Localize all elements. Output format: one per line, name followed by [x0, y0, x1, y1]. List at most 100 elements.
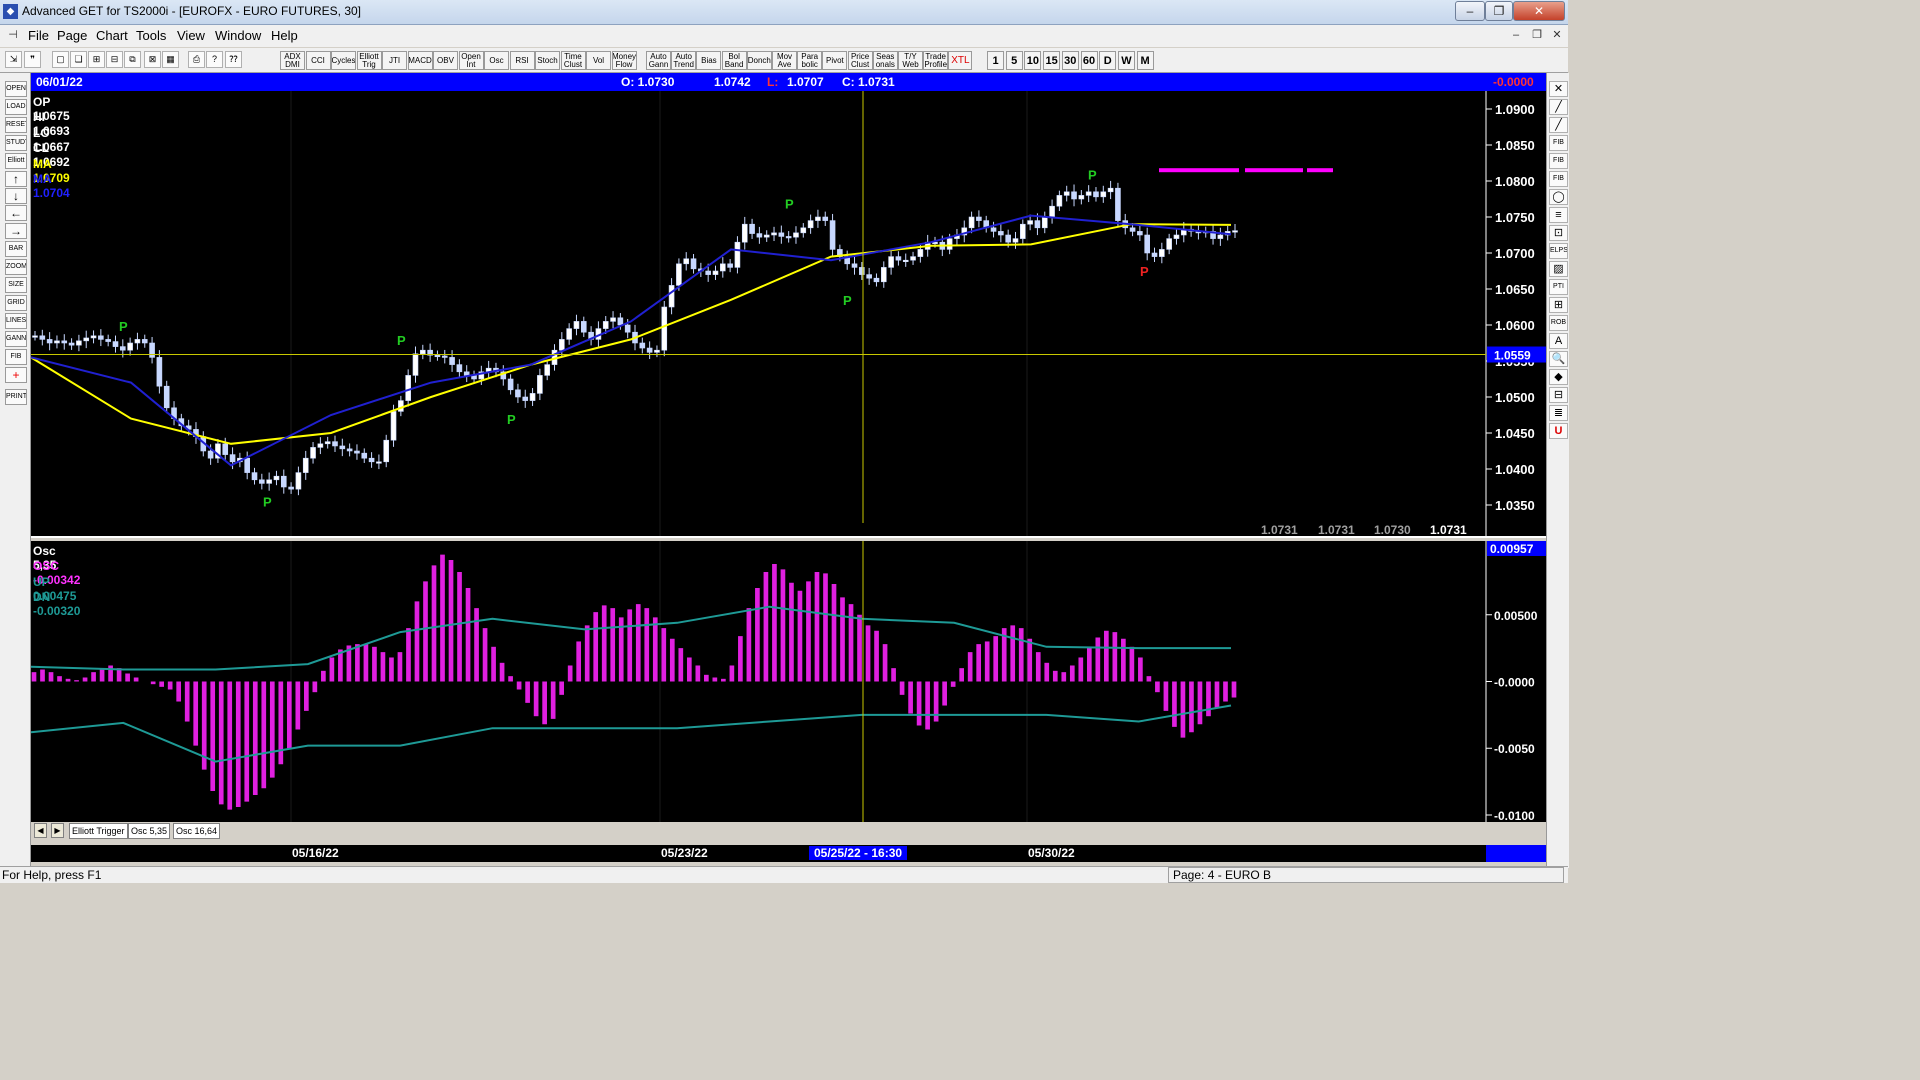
study-elliott-trig-button[interactable]: Elliott Trig — [356, 51, 382, 70]
left-tool-item-button[interactable]: → — [5, 223, 27, 239]
left-tool-item-button[interactable]: + — [5, 367, 27, 383]
tool-auto-gann-button[interactable]: Auto Gann — [646, 51, 671, 70]
right-tool-17-button[interactable]: ⊟ — [1549, 387, 1568, 403]
interval-w-button[interactable]: W — [1117, 51, 1135, 70]
interval-m-button[interactable]: M — [1136, 51, 1154, 70]
copy-page-icon[interactable]: ❏ — [70, 51, 87, 68]
study-obv-button[interactable]: OBV — [433, 51, 458, 70]
minimize-button[interactable]: – — [1455, 1, 1485, 21]
study-rsi-button[interactable]: RSI — [509, 51, 535, 70]
menu-tools[interactable]: Tools — [136, 28, 166, 43]
right-tool-16-button[interactable]: ◆ — [1549, 369, 1568, 385]
study-macd-button[interactable]: MACD — [407, 51, 433, 70]
interval-10-button[interactable]: 10 — [1024, 51, 1042, 70]
tool-seas-onals-button[interactable]: Seas onals — [872, 51, 898, 70]
right-tool-9-button[interactable]: ELPS — [1549, 243, 1568, 259]
study-osc-button[interactable]: Osc — [484, 51, 509, 70]
study-cci-button[interactable]: CCI — [305, 51, 331, 70]
right-tool-7-button[interactable]: ≡ — [1549, 207, 1568, 223]
left-tool-size-button[interactable]: SIZE — [5, 277, 27, 293]
menu-view[interactable]: View — [177, 28, 205, 43]
interval-30-button[interactable]: 30 — [1061, 51, 1079, 70]
study-cycles-button[interactable]: Cycles — [331, 51, 356, 70]
chart-grid-icon[interactable]: ▦ — [162, 51, 179, 68]
tab-elliott-trigger[interactable]: Elliott Trigger — [69, 823, 128, 839]
menu-page[interactable]: Page — [57, 28, 87, 43]
right-tool-13-button[interactable]: ROB — [1549, 315, 1568, 331]
interval-60-button[interactable]: 60 — [1080, 51, 1098, 70]
price-chart[interactable]: P P P P P P P P 1.0900 1.0850 1.0800 1.0750 1.0700 1… — [31, 91, 1546, 538]
interval-1-button[interactable]: 1 — [987, 51, 1004, 70]
right-tool-19-button[interactable]: U — [1549, 423, 1568, 439]
left-tool-gann-button[interactable]: GANN — [5, 331, 27, 347]
left-tool-zoom-button[interactable]: ZOOM — [5, 259, 27, 275]
tool-trade-profile-button[interactable]: Trade Profile — [923, 51, 949, 70]
right-tool-6-button[interactable]: ◯ — [1549, 189, 1568, 205]
menu-help[interactable]: Help — [271, 28, 298, 43]
study-open-int-button[interactable]: Open Int — [458, 51, 484, 70]
left-tool-lines-button[interactable]: LINES — [5, 313, 27, 329]
tool-pivot-button[interactable]: Pivot — [822, 51, 848, 70]
chart-layout-icon[interactable]: ⧉ — [124, 51, 141, 68]
left-tool-load-button[interactable]: LOAD — [5, 99, 27, 115]
right-tool-0-button[interactable]: ✕ — [1549, 81, 1568, 97]
document-icon[interactable]: ⊣ — [5, 27, 21, 43]
left-tool-fib-button[interactable]: FIB — [5, 349, 27, 365]
interval-5-button[interactable]: 5 — [1005, 51, 1023, 70]
tool-xtl-button[interactable]: XTL — [948, 51, 973, 70]
mdi-close-icon[interactable]: ✕ — [1549, 27, 1565, 43]
study-jti-button[interactable]: JTI — [382, 51, 407, 70]
tool-mov-ave-button[interactable]: Mov Ave — [772, 51, 797, 70]
tool-bol-band-button[interactable]: Bol Band — [721, 51, 747, 70]
tab-osc-5-35[interactable]: Osc 5,35 — [128, 823, 171, 839]
left-tool-grid-button[interactable]: GRID — [5, 295, 27, 311]
right-tool-10-button[interactable]: ▨ — [1549, 261, 1568, 277]
right-tool-15-button[interactable]: 🔍 — [1549, 351, 1568, 367]
right-tool-4-button[interactable]: FIB EXT — [1549, 153, 1568, 169]
left-tool-item-button[interactable]: ↑ — [5, 171, 27, 187]
chart-add-icon[interactable]: ⊞ — [88, 51, 105, 68]
menu-chart[interactable]: Chart — [96, 28, 128, 43]
study-vol-button[interactable]: Vol — [586, 51, 611, 70]
close-button[interactable]: ✕ — [1513, 1, 1565, 21]
right-tool-14-button[interactable]: A — [1549, 333, 1568, 349]
study-adx-dmi-button[interactable]: ADX DMI — [280, 51, 305, 70]
interval-15-button[interactable]: 15 — [1043, 51, 1061, 70]
tab-scroll-left[interactable]: ◀ — [34, 823, 47, 838]
pointer-icon[interactable]: ⇲ — [5, 51, 22, 68]
interval-d-button[interactable]: D — [1099, 51, 1117, 70]
restore-button[interactable]: ❐ — [1485, 1, 1513, 21]
chart-link-icon[interactable]: ⊟ — [106, 51, 123, 68]
left-tool-reset-button[interactable]: RESET — [5, 117, 27, 133]
right-tool-1-button[interactable]: ╱ — [1549, 99, 1568, 115]
left-tool-study-button[interactable]: STUDY — [5, 135, 27, 151]
context-help-icon[interactable]: ⁇ — [225, 51, 242, 68]
tool-auto-trend-button[interactable]: Auto Trend — [671, 51, 697, 70]
right-tool-18-button[interactable]: ≣ — [1549, 405, 1568, 421]
right-tool-5-button[interactable]: FIB TIME — [1549, 171, 1568, 187]
study-stoch-button[interactable]: Stoch — [535, 51, 560, 70]
left-tool-item-button[interactable]: ↓ — [5, 188, 27, 204]
tab-scroll-right[interactable]: ▶ — [51, 823, 64, 838]
left-tool-open-button[interactable]: OPEN — [5, 81, 27, 97]
right-tool-8-button[interactable]: ⊡ — [1549, 225, 1568, 241]
study-time-clust-button[interactable]: Time Clust — [560, 51, 586, 70]
menu-window[interactable]: Window — [215, 28, 261, 43]
left-tool-elliott-button[interactable]: Elliott — [5, 153, 27, 169]
left-tool-item-button[interactable]: ← — [5, 205, 27, 221]
tool-t-y-web-button[interactable]: T/Y Web — [898, 51, 923, 70]
tool-bias-button[interactable]: Bias — [696, 51, 722, 70]
right-tool-11-button[interactable]: PTI — [1549, 279, 1568, 295]
tab-osc-16-64[interactable]: Osc 16,64 — [173, 823, 221, 839]
print-icon[interactable]: ⎙ — [188, 51, 205, 68]
right-tool-2-button[interactable]: ╱ — [1549, 117, 1568, 133]
menu-file[interactable]: File — [28, 28, 49, 43]
mdi-restore-icon[interactable]: ❐ — [1529, 27, 1545, 43]
left-tool-print-button[interactable]: PRINT — [5, 389, 27, 405]
tool-donch-button[interactable]: Donch — [746, 51, 772, 70]
left-tool-bar-button[interactable]: BAR — [5, 241, 27, 257]
right-tool-3-button[interactable]: FIB RET — [1549, 135, 1568, 151]
study-money-flow-button[interactable]: Money Flow — [611, 51, 637, 70]
help-icon[interactable]: ? — [206, 51, 223, 68]
tool-price-clust-button[interactable]: Price Clust — [847, 51, 873, 70]
